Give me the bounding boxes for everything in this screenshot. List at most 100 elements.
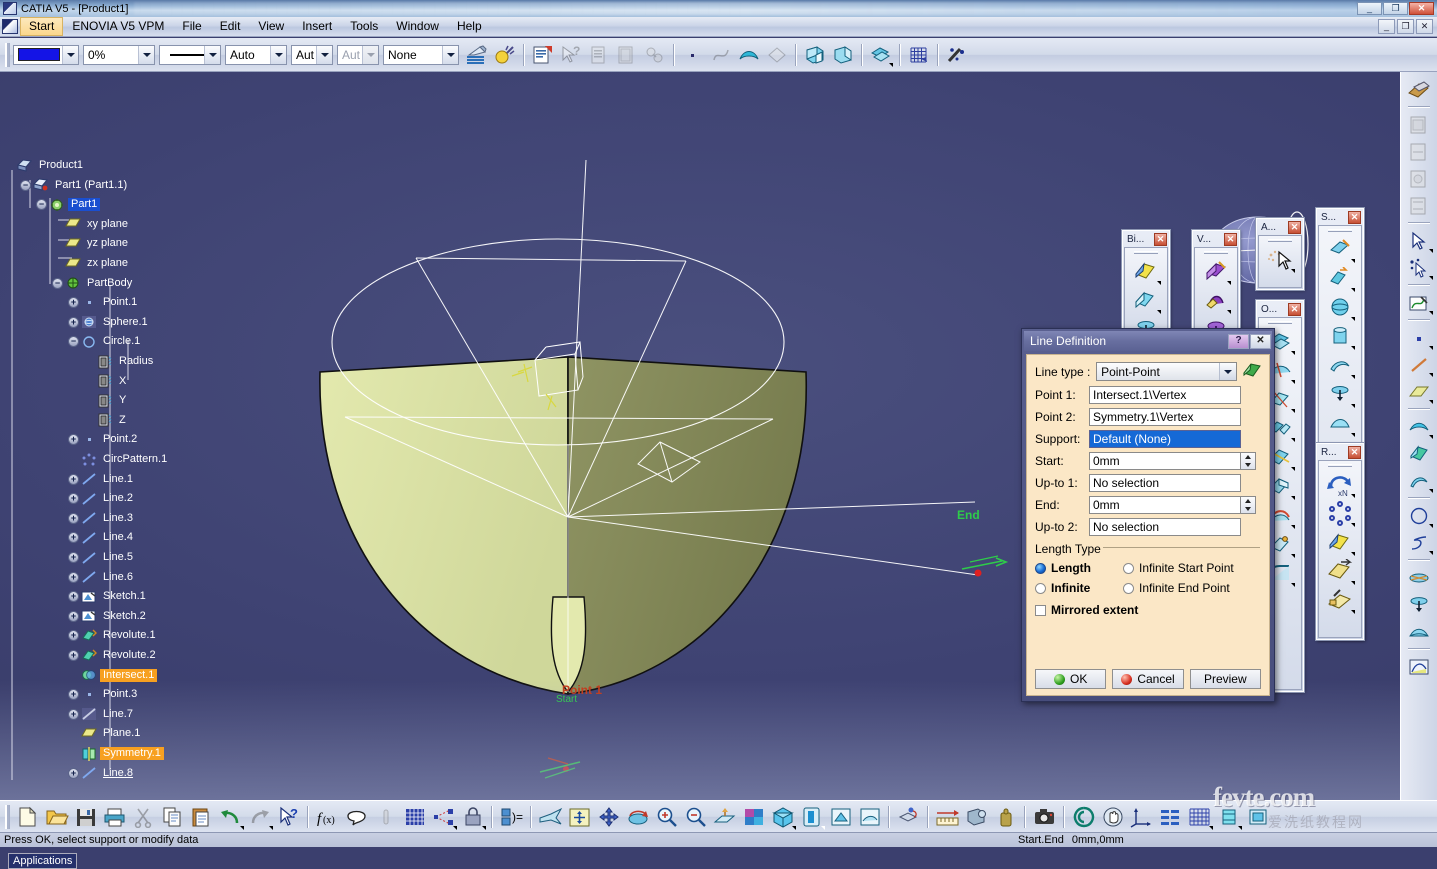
weight-icon[interactable]	[991, 803, 1020, 831]
collapse-icon[interactable]: −	[20, 179, 31, 191]
expand-icon[interactable]: +	[68, 767, 79, 779]
grid-icon[interactable]	[906, 42, 932, 68]
what-is-this-icon[interactable]: ?	[274, 803, 303, 831]
line-definition-dialog[interactable]: Line Definition ? ✕ Line type : Point-Po…	[1021, 328, 1275, 702]
palette-close-icon[interactable]: ✕	[1348, 446, 1361, 459]
split-icon[interactable]	[802, 42, 828, 68]
invert-orientation-icon[interactable]	[1325, 557, 1355, 585]
open-icon[interactable]	[42, 803, 71, 831]
menu-item-edit[interactable]: Edit	[211, 17, 250, 36]
mdi-close-button[interactable]: ✕	[1416, 19, 1433, 34]
print-icon[interactable]	[100, 803, 129, 831]
palette-grip[interactable]	[1328, 229, 1352, 232]
tree-item-revolute-2[interactable]: + Revolute.2	[68, 646, 159, 665]
formula-icon[interactable]: f (x)	[313, 803, 342, 831]
tree-item-line-3[interactable]: + Line.3	[68, 509, 136, 528]
dialog-close-button[interactable]: ✕	[1250, 333, 1271, 349]
thickness-icon[interactable]	[1131, 286, 1161, 314]
toolbar-grip[interactable]	[5, 42, 10, 67]
axis-icon[interactable]	[1127, 803, 1156, 831]
measure-thickness-icon[interactable]	[1404, 192, 1434, 219]
surface-icon[interactable]	[736, 42, 762, 68]
near-icon[interactable]	[1325, 586, 1355, 614]
spinner-up-icon[interactable]	[1241, 453, 1255, 461]
constraint-icon[interactable]	[429, 803, 458, 831]
tree-item-y[interactable]: Y	[84, 391, 129, 410]
tree-item-intersect-1[interactable]: Intersect.1	[68, 666, 158, 685]
palette-grip[interactable]	[1204, 251, 1228, 254]
toolbar-grip[interactable]	[5, 804, 10, 829]
tree-item-plane-1[interactable]: Plane.1	[68, 724, 143, 743]
revolve-icon[interactable]	[1404, 440, 1434, 467]
radio-infinite[interactable]: Infinite	[1035, 581, 1123, 595]
thread-icon[interactable]	[371, 803, 400, 831]
spline-icon[interactable]	[708, 42, 734, 68]
capture-icon[interactable]	[1030, 803, 1059, 831]
offset-icon[interactable]	[1404, 467, 1434, 494]
menu-item-start[interactable]: Start	[20, 17, 64, 36]
hand-icon[interactable]	[1098, 803, 1127, 831]
palette-grip[interactable]	[1328, 464, 1352, 467]
menu-item-window[interactable]: Window	[387, 17, 448, 36]
palette-close-icon[interactable]: ✕	[1154, 233, 1167, 246]
measure-between-icon[interactable]	[1404, 138, 1434, 165]
expand-icon[interactable]: +	[68, 630, 79, 642]
tree-item-part1[interactable]: − Part1	[36, 195, 101, 214]
start-spinner[interactable]	[1241, 452, 1256, 470]
tree-item-partbody[interactable]: − PartBody	[52, 274, 135, 293]
render-combo[interactable]: Aut	[291, 44, 333, 65]
collapse-icon[interactable]: −	[36, 199, 47, 211]
tree-item-radius[interactable]: Radius	[84, 352, 156, 371]
expand-icon[interactable]: +	[68, 493, 79, 505]
rotate-icon[interactable]	[623, 803, 652, 831]
depth-effect-icon[interactable]	[894, 803, 923, 831]
work-on-support-icon[interactable]	[1214, 803, 1243, 831]
revolve-icon[interactable]	[1325, 264, 1355, 292]
spline-icon[interactable]	[1404, 529, 1434, 556]
tree-item-line-8[interactable]: + Line.8	[68, 764, 136, 783]
connect-checker-icon[interactable]	[1265, 245, 1295, 273]
multi-sections-icon[interactable]	[1404, 564, 1434, 591]
tree-item-point-3[interactable]: + Point.3	[68, 685, 140, 704]
lock-icon[interactable]	[458, 803, 487, 831]
expand-icon[interactable]: +	[68, 316, 79, 328]
line-icon[interactable]	[1404, 351, 1434, 378]
parameters-icon[interactable]: )=	[497, 803, 526, 831]
grid-icon[interactable]	[1185, 803, 1214, 831]
palette-close-icon[interactable]: ✕	[1348, 211, 1361, 224]
swap-visible-space-icon[interactable]	[855, 803, 884, 831]
light-bulb-icon[interactable]	[492, 42, 518, 68]
tree-item-revolute-1[interactable]: + Revolute.1	[68, 626, 159, 645]
point-plane-repetition-icon[interactable]	[1325, 499, 1355, 527]
collapse-icon[interactable]: −	[68, 336, 79, 348]
spinner-down-icon[interactable]	[1241, 461, 1255, 469]
tree-item-line-7[interactable]: + Line.7	[68, 705, 136, 724]
join-icon[interactable]	[868, 42, 894, 68]
tree-item-line-5[interactable]: + Line.5	[68, 548, 136, 567]
circle-icon[interactable]	[1404, 502, 1434, 529]
radio-infinite-start-point[interactable]: Infinite Start Point	[1123, 561, 1234, 575]
palette-grip[interactable]	[1268, 321, 1292, 324]
point-icon[interactable]	[680, 42, 706, 68]
tree-item-sphere-1[interactable]: + Sphere.1	[68, 313, 151, 332]
specification-tree[interactable]: Product1− Part1 (Part1.1) − Part1 xy plane yz…	[0, 80, 215, 869]
tree-item-part1-part1-1[interactable]: − Part1 (Part1.1)	[20, 176, 130, 195]
measure-item-icon[interactable]	[962, 803, 991, 831]
tree-item-z[interactable]: Z	[84, 411, 129, 430]
end-field[interactable]: 0mm	[1089, 496, 1241, 514]
palette-grip[interactable]	[1268, 239, 1292, 242]
mdi-minimize-button[interactable]: _	[1378, 19, 1395, 34]
expand-icon[interactable]: +	[68, 297, 79, 309]
collapse-icon[interactable]: −	[52, 277, 63, 289]
tree-item-point-2[interactable]: + Point.2	[68, 430, 140, 449]
chevron-down-icon[interactable]	[316, 45, 332, 64]
palette-titlebar[interactable]: A... ✕	[1258, 220, 1302, 235]
sketcher-icon[interactable]	[1404, 289, 1434, 316]
hide-show-icon[interactable]	[826, 803, 855, 831]
isometric-view-icon[interactable]	[768, 803, 797, 831]
menu-item-tools[interactable]: Tools	[341, 17, 387, 36]
palette-close-icon[interactable]: ✕	[1224, 233, 1237, 246]
extrapolate-icon[interactable]	[1325, 528, 1355, 556]
point-icon[interactable]	[1404, 324, 1434, 351]
tree-item-point-1[interactable]: + Point.1	[68, 293, 140, 312]
